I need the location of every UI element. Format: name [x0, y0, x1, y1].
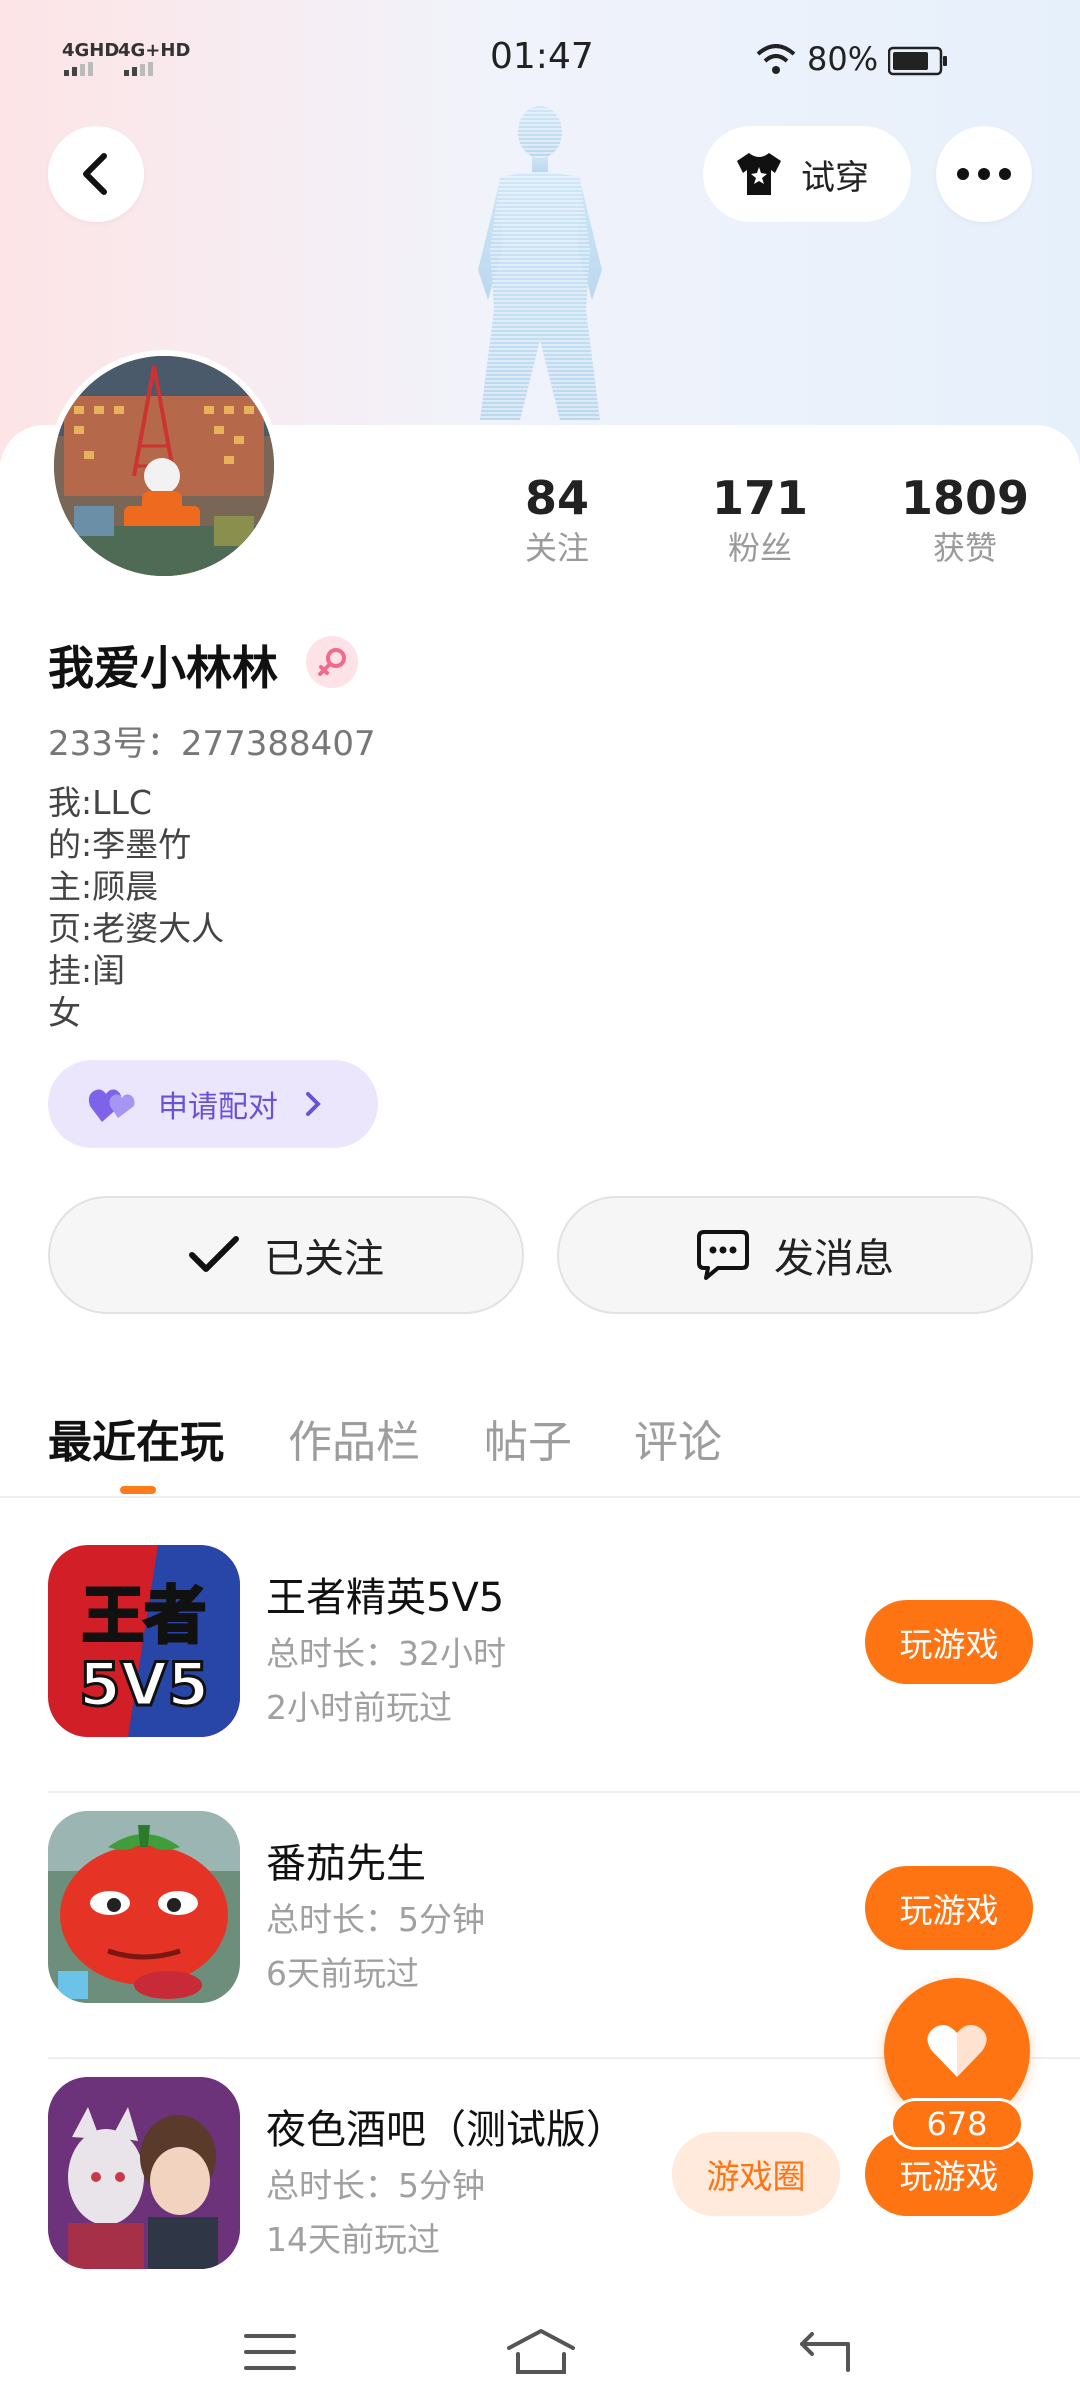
game-icon-wangzhe: 王者 5V5: [48, 1545, 240, 1737]
game-title: 王者精英5V5: [266, 1575, 505, 1621]
request-pair-label: 申请配对: [158, 1090, 278, 1125]
avatar-image: [54, 356, 274, 576]
clock: 01:47: [490, 36, 594, 77]
chat-bubble-icon: [697, 1230, 749, 1280]
play-game-button[interactable]: 玩游戏: [865, 1866, 1033, 1950]
stat-likes-label: 获赞: [932, 529, 997, 567]
game-icon-text-top: 王者: [82, 1579, 206, 1652]
send-message-label: 发消息: [774, 1236, 894, 1282]
game-last-played: 14天前玩过: [266, 2220, 440, 2259]
tab-active-indicator: [120, 1486, 156, 1494]
bio-line: 主:顾晨: [48, 867, 159, 906]
bio-line: 页:老婆大人: [48, 909, 225, 948]
menu-icon[interactable]: [244, 2332, 296, 2372]
game-icon-text-bottom: 5V5: [79, 1650, 209, 1720]
profile-tabs: 最近在玩 作品栏 帖子 评论: [0, 1396, 1080, 1498]
like-count-badge: 678: [890, 2098, 1024, 2150]
avatar-figure-image: [478, 106, 602, 420]
game-icon-tomato: [48, 1811, 240, 2003]
game-duration: 总时长：32小时: [266, 1634, 506, 1673]
game-last-played: 2小时前玩过: [266, 1688, 452, 1727]
bio-line: 挂:闺: [48, 951, 126, 990]
try-on-button[interactable]: 试穿: [703, 126, 911, 222]
bio-line: 我:LLC: [48, 783, 152, 822]
request-pair-button[interactable]: 申请配对: [48, 1060, 378, 1148]
heart-icon: [927, 2024, 987, 2077]
followed-button[interactable]: 已关注: [48, 1196, 524, 1314]
back-chevron-icon: [83, 153, 107, 195]
stat-likes-count: 1809: [900, 471, 1030, 525]
wifi-icon: [756, 44, 796, 74]
tab-works[interactable]: 作品栏: [288, 1406, 420, 1470]
more-options-button[interactable]: [936, 126, 1032, 222]
bio-line: 的:李墨竹: [48, 825, 192, 864]
game-icon-art: 王者 5V5: [48, 1545, 240, 1737]
check-icon: [189, 1236, 239, 1272]
network-indicator-1: 4GHD: [62, 40, 120, 61]
tab-recently-played[interactable]: 最近在玩: [48, 1406, 224, 1470]
try-on-label: 试穿: [801, 157, 869, 198]
game-icon-art: [48, 1811, 240, 2003]
game-list-item[interactable]: 王者 5V5 王者精英5V5 总时长：32小时 2小时前玩过 玩游戏: [48, 1527, 1080, 1793]
game-icon-night-bar: [48, 2077, 240, 2269]
female-icon: [318, 648, 346, 676]
user-id: 233号：277388407: [48, 724, 376, 764]
stat-likes[interactable]: 1809 获赞: [885, 470, 1045, 570]
game-icon-art: [48, 2077, 240, 2269]
battery-icon: [888, 46, 947, 76]
tab-comments[interactable]: 评论: [634, 1406, 722, 1470]
stat-following[interactable]: 84 关注: [477, 470, 637, 570]
game-title: 番茄先生: [266, 1841, 426, 1887]
bio: 我:LLC 的:李墨竹 主:顾晨 页:老婆大人 挂:闺 女: [48, 782, 224, 1034]
gender-badge: [306, 636, 358, 688]
back-button[interactable]: [48, 126, 144, 222]
status-bar: 4GHD 4G+HD 01:47 80%: [0, 0, 1080, 120]
game-title: 夜色酒吧（测试版）: [266, 2107, 626, 2153]
followed-label: 已关注: [264, 1236, 384, 1282]
nickname: 我爱小林林: [48, 641, 278, 695]
double-heart-icon: [88, 1089, 135, 1122]
stat-following-label: 关注: [524, 529, 589, 567]
game-last-played: 6天前玩过: [266, 1954, 419, 1993]
send-message-button[interactable]: 发消息: [557, 1196, 1033, 1314]
network-indicator-2: 4G+HD: [118, 40, 191, 61]
game-circle-button[interactable]: 游戏圈: [672, 2132, 840, 2216]
game-duration: 总时长：5分钟: [266, 2166, 485, 2205]
avatar[interactable]: [48, 350, 280, 582]
chevron-right-icon: [306, 1092, 321, 1116]
more-dots-icon: [957, 168, 1011, 180]
play-game-button[interactable]: 玩游戏: [865, 1600, 1033, 1684]
battery-percentage: 80%: [807, 40, 879, 78]
stat-following-count: 84: [524, 471, 589, 525]
tab-posts[interactable]: 帖子: [484, 1406, 572, 1470]
stat-followers-count: 171: [711, 471, 809, 525]
signal-bars-icon-2: [124, 62, 153, 76]
shirt-icon: [737, 153, 781, 195]
stat-followers[interactable]: 171 粉丝: [680, 470, 840, 570]
system-nav-bar: [0, 2290, 1080, 2400]
stat-followers-label: 粉丝: [727, 529, 792, 567]
game-duration: 总时长：5分钟: [266, 1900, 485, 1939]
signal-bars-icon: [64, 62, 93, 76]
back-nav-icon[interactable]: [796, 2330, 852, 2374]
home-icon[interactable]: [506, 2328, 576, 2376]
bio-line: 女: [48, 993, 81, 1032]
